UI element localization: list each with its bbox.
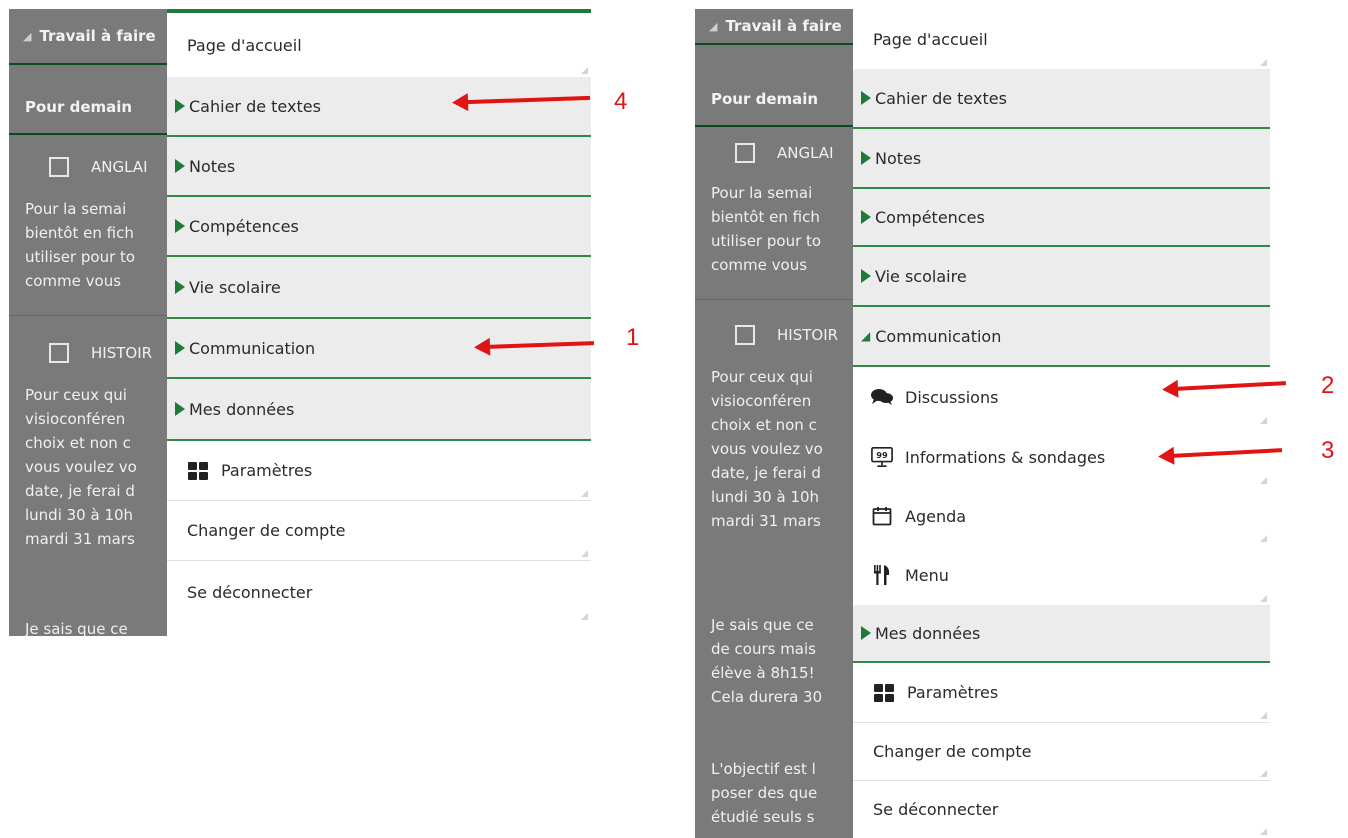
menu-item-informations[interactable]: 99 Informations & sondages <box>853 427 1270 487</box>
menu-section-notes[interactable]: Notes <box>167 137 591 197</box>
expand-arrow-icon <box>861 210 871 224</box>
fork-knife-icon <box>871 565 893 585</box>
collapse-triangle-icon: ◢ <box>23 29 32 43</box>
presentation-board-icon: 99 <box>871 447 893 467</box>
resize-corner-icon <box>1260 828 1267 835</box>
resize-corner-icon <box>581 613 588 620</box>
task-histoire-text: Pour ceux qui visioconféren choix et non… <box>711 368 823 530</box>
annotation-number-2: 2 <box>1321 372 1335 399</box>
menu-item-home[interactable]: Page d'accueil <box>167 13 591 77</box>
task-checkbox[interactable] <box>735 325 755 345</box>
screenshot-collapsed-menu: ◢ Travail à faire Pour demain ANGLAI Pou… <box>9 9 591 636</box>
expand-arrow-icon <box>175 402 185 416</box>
task-histoire-text: Pour ceux qui visioconféren choix et non… <box>25 386 137 548</box>
menu-section-vie-scolaire[interactable]: Vie scolaire <box>167 257 591 319</box>
expand-arrow-icon <box>861 269 871 283</box>
screenshot-expanded-menu: ◢ Travail à faire Pour demain ANGLAI Pou… <box>695 9 1270 838</box>
menu-section-communication-expanded[interactable]: ◢ Communication <box>853 307 1270 367</box>
task-anglais-text: Pour la semai bientôt en fich utiliser p… <box>25 200 136 290</box>
homework-header: ◢ Travail à faire <box>695 9 865 45</box>
menu-section-mes-donnees[interactable]: Mes données <box>167 379 591 441</box>
menu-section-competences[interactable]: Compétences <box>167 197 591 257</box>
annotation-number-1: 1 <box>626 324 640 351</box>
expand-arrow-icon <box>175 159 185 173</box>
menu-section-notes[interactable]: Notes <box>853 129 1270 189</box>
divider <box>9 315 179 316</box>
task-anglais-text: Pour la semai bientôt en fich utiliser p… <box>711 184 822 274</box>
menu-section-communication[interactable]: Communication <box>167 319 591 379</box>
resize-corner-icon <box>1260 477 1267 484</box>
expand-arrow-icon <box>175 219 185 233</box>
tomorrow-subheader: Pour demain <box>9 81 179 135</box>
menu-item-changer-compte[interactable]: Changer de compte <box>167 501 591 561</box>
task-checkbox[interactable] <box>735 143 755 163</box>
menu-item-parametres[interactable]: Paramètres <box>167 441 591 501</box>
navigation-menu: Page d'accueil Cahier de textes Notes Co… <box>167 9 591 636</box>
calendar-icon <box>871 506 893 526</box>
task-histoire[interactable]: HISTOIR <box>49 343 152 363</box>
annotation-number-4: 4 <box>614 88 628 115</box>
collapse-arrow-icon: ◢ <box>861 329 871 343</box>
resize-corner-icon <box>1260 770 1267 777</box>
menu-item-discussions[interactable]: Discussions <box>853 367 1270 427</box>
tomorrow-subheader: Pour demain <box>695 73 865 127</box>
resize-corner-icon <box>581 550 588 557</box>
menu-section-competences[interactable]: Compétences <box>853 189 1270 247</box>
menu-item-parametres[interactable]: Paramètres <box>853 663 1270 723</box>
expand-arrow-icon <box>861 91 871 105</box>
resize-corner-icon <box>581 67 588 74</box>
svg-text:99: 99 <box>876 450 888 460</box>
resize-corner-icon <box>1260 712 1267 719</box>
menu-section-cahier[interactable]: Cahier de textes <box>167 77 591 137</box>
menu-item-changer-compte[interactable]: Changer de compte <box>853 723 1270 781</box>
menu-item-deconnecter[interactable]: Se déconnecter <box>853 781 1270 838</box>
navigation-menu: Page d'accueil Cahier de textes Notes Co… <box>853 9 1270 838</box>
task-histoire[interactable]: HISTOIR <box>735 325 838 345</box>
resize-corner-icon <box>1260 417 1267 424</box>
menu-item-deconnecter[interactable]: Se déconnecter <box>167 561 591 623</box>
menu-section-mes-donnees[interactable]: Mes données <box>853 605 1270 663</box>
menu-item-agenda[interactable]: Agenda <box>853 487 1270 545</box>
resize-corner-icon <box>1260 535 1267 542</box>
task-checkbox[interactable] <box>49 343 69 363</box>
menu-section-cahier[interactable]: Cahier de textes <box>853 69 1270 129</box>
expand-arrow-icon <box>175 280 185 294</box>
task-checkbox[interactable] <box>49 157 69 177</box>
resize-corner-icon <box>581 490 588 497</box>
expand-arrow-icon <box>861 151 871 165</box>
expand-arrow-icon <box>861 626 871 640</box>
divider <box>695 299 865 300</box>
task-objective-text: L'objectif est l poser des que étudié se… <box>711 760 818 826</box>
collapse-triangle-icon: ◢ <box>709 19 718 33</box>
grid-icon <box>873 683 895 703</box>
task-anglais[interactable]: ANGLAI <box>735 143 834 163</box>
resize-corner-icon <box>1260 595 1267 602</box>
homework-header: ◢ Travail à faire <box>9 9 179 65</box>
expand-arrow-icon <box>175 341 185 355</box>
task-continued-text: Je sais que ce <box>25 620 128 636</box>
annotation-number-3: 3 <box>1321 437 1335 464</box>
chat-bubbles-icon <box>871 387 893 407</box>
resize-corner-icon <box>1260 59 1267 66</box>
task-anglais[interactable]: ANGLAI <box>49 157 148 177</box>
menu-item-home[interactable]: Page d'accueil <box>853 9 1270 69</box>
menu-item-menu[interactable]: Menu <box>853 545 1270 605</box>
task-continued-text: Je sais que ce de cours mais élève à 8h1… <box>711 616 823 706</box>
menu-section-vie-scolaire[interactable]: Vie scolaire <box>853 247 1270 307</box>
grid-icon <box>187 461 209 481</box>
expand-arrow-icon <box>175 99 185 113</box>
